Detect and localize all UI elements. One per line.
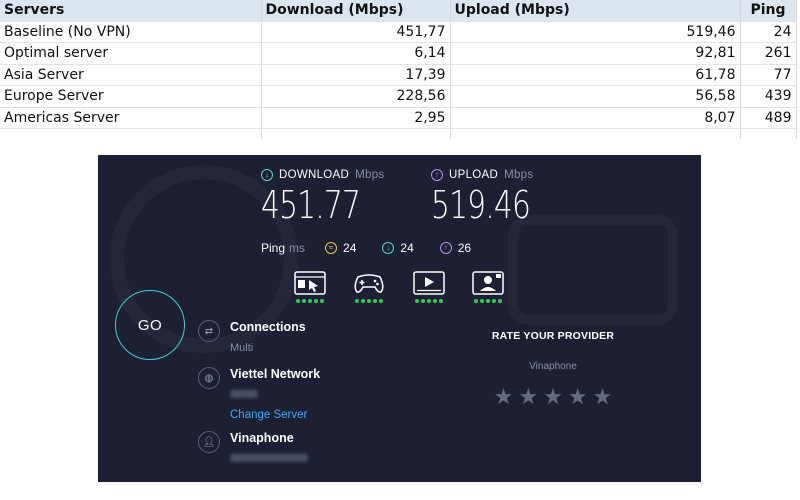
activity-browsing[interactable] bbox=[293, 271, 327, 303]
server-info: ◍ Viettel Network Change Server bbox=[198, 367, 320, 421]
ping-upload: ↑ 26 bbox=[439, 241, 472, 255]
cell-ping[interactable]: 261 bbox=[740, 42, 797, 65]
browsing-icon bbox=[294, 271, 326, 295]
user-icon: 👤︎ bbox=[198, 431, 220, 453]
cell-ping[interactable]: 24 bbox=[740, 21, 797, 43]
cell-ping[interactable]: 439 bbox=[740, 85, 797, 108]
change-server-link[interactable]: Change Server bbox=[230, 409, 320, 421]
server-name: Viettel Network bbox=[230, 367, 321, 381]
server-location-redacted bbox=[230, 390, 258, 398]
provider-name: Vinaphone bbox=[230, 431, 294, 445]
connections-value[interactable]: Multi bbox=[230, 342, 306, 354]
cell-ping[interactable]: 77 bbox=[740, 64, 797, 86]
upload-metric: ↑ UPLOAD Mbps 519.46 bbox=[431, 169, 558, 225]
upload-unit: Mbps bbox=[504, 169, 534, 181]
header-upload[interactable]: Upload (Mbps) bbox=[450, 0, 741, 22]
cell-download[interactable]: 17,39 bbox=[261, 64, 451, 86]
table-row: Americas Server 2,95 8,07 489 bbox=[0, 107, 797, 129]
upload-label: UPLOAD bbox=[449, 169, 499, 181]
cell-ping[interactable]: 489 bbox=[740, 107, 797, 129]
cell-server[interactable]: Americas Server bbox=[0, 107, 262, 129]
streaming-rating bbox=[412, 299, 446, 303]
download-unit: Mbps bbox=[355, 169, 385, 181]
table-row: Baseline (No VPN) 451,77 519,46 24 bbox=[0, 21, 797, 43]
table-row: Optimal server 6,14 92,81 261 bbox=[0, 42, 797, 65]
activity-gaming[interactable] bbox=[352, 271, 386, 303]
empty-row bbox=[0, 128, 797, 139]
video-call-rating bbox=[471, 299, 505, 303]
cell-upload[interactable]: 92,81 bbox=[450, 42, 741, 65]
ping-upload-value: 26 bbox=[457, 241, 472, 255]
cell-download[interactable]: 6,14 bbox=[261, 42, 451, 65]
star-rating: ★ ★ ★ ★ ★ bbox=[478, 384, 628, 410]
ping-upload-icon: ↑ bbox=[439, 242, 452, 254]
jitter-icon: ≈ bbox=[325, 242, 338, 254]
ping-label: Ping bbox=[261, 241, 286, 255]
upload-arrow-icon: ↑ bbox=[431, 169, 443, 181]
rate-provider-name: Vinaphone bbox=[529, 361, 577, 372]
cell-server[interactable]: Europe Server bbox=[0, 85, 262, 108]
connections-label: Connections bbox=[230, 320, 306, 334]
cell-download[interactable]: 2,95 bbox=[261, 107, 451, 129]
empty-cell[interactable] bbox=[450, 128, 741, 139]
activity-video-call[interactable] bbox=[471, 271, 505, 303]
cell-upload[interactable]: 61,78 bbox=[450, 64, 741, 86]
provider-info: 👤︎ Vinaphone bbox=[198, 431, 308, 467]
upload-value: 519.46 bbox=[431, 183, 531, 227]
ping-jitter: ≈ 24 bbox=[325, 241, 356, 255]
video-call-icon bbox=[472, 271, 504, 295]
header-download[interactable]: Download (Mbps) bbox=[261, 0, 451, 22]
cell-download[interactable]: 451,77 bbox=[261, 21, 451, 43]
table-row: Asia Server 17,39 61,78 77 bbox=[0, 64, 797, 86]
cell-upload[interactable]: 8,07 bbox=[450, 107, 741, 129]
globe-icon: ◍ bbox=[198, 367, 220, 389]
empty-cell[interactable] bbox=[261, 128, 451, 139]
ping-download-value: 24 bbox=[400, 241, 414, 255]
speed-results-table: Servers Download (Mbps) Upload (Mbps) Pi… bbox=[0, 0, 797, 139]
table-row: Europe Server 228,56 56,58 439 bbox=[0, 85, 797, 108]
browsing-rating bbox=[293, 299, 327, 303]
cell-download[interactable]: 228,56 bbox=[261, 85, 451, 108]
header-servers[interactable]: Servers bbox=[0, 0, 262, 22]
connections-info: ⇄ Connections Multi bbox=[198, 320, 306, 354]
ping-unit: ms bbox=[289, 241, 306, 255]
cell-upload[interactable]: 56,58 bbox=[450, 85, 741, 108]
star-icon[interactable]: ★ bbox=[494, 384, 514, 410]
watermark-shape bbox=[508, 215, 678, 325]
rate-provider: RATE YOUR PROVIDER Vinaphone ★ ★ ★ ★ ★ bbox=[478, 330, 628, 410]
star-icon[interactable]: ★ bbox=[518, 384, 538, 410]
gaming-rating bbox=[352, 299, 386, 303]
cell-server[interactable]: Baseline (No VPN) bbox=[0, 21, 262, 43]
ping-download-icon: ↓ bbox=[382, 242, 395, 254]
star-icon[interactable]: ★ bbox=[593, 384, 613, 410]
download-label: DOWNLOAD bbox=[279, 169, 350, 181]
cell-server[interactable]: Asia Server bbox=[0, 64, 262, 86]
header-ping[interactable]: Ping bbox=[740, 0, 797, 22]
speedtest-panel: ↓ DOWNLOAD Mbps 451.77 ↑ UPLOAD Mbps 519… bbox=[98, 155, 701, 482]
rate-provider-title: RATE YOUR PROVIDER bbox=[491, 330, 615, 342]
ping-row: Ping ms ≈ 24 ↓ 24 ↑ 26 bbox=[261, 241, 497, 255]
cell-server[interactable]: Optimal server bbox=[0, 42, 262, 65]
go-button[interactable]: GO bbox=[115, 290, 185, 360]
download-metric: ↓ DOWNLOAD Mbps 451.77 bbox=[261, 169, 388, 225]
ping-download: ↓ 24 bbox=[382, 241, 414, 255]
ping-jitter-value: 24 bbox=[343, 241, 357, 255]
download-value: 451.77 bbox=[261, 183, 361, 227]
star-icon[interactable]: ★ bbox=[543, 384, 563, 410]
table-header-row: Servers Download (Mbps) Upload (Mbps) Pi… bbox=[0, 0, 797, 22]
empty-cell[interactable] bbox=[0, 128, 262, 139]
star-icon[interactable]: ★ bbox=[568, 384, 588, 410]
activity-streaming[interactable] bbox=[412, 271, 446, 303]
empty-cell[interactable] bbox=[740, 128, 797, 139]
download-arrow-icon: ↓ bbox=[261, 169, 273, 181]
cell-upload[interactable]: 519,46 bbox=[450, 21, 741, 43]
streaming-icon bbox=[413, 271, 445, 295]
ip-address-redacted bbox=[230, 454, 308, 462]
results-spreadsheet: Servers Download (Mbps) Upload (Mbps) Pi… bbox=[0, 0, 800, 139]
gaming-icon bbox=[354, 274, 384, 293]
connections-icon: ⇄ bbox=[198, 320, 220, 342]
